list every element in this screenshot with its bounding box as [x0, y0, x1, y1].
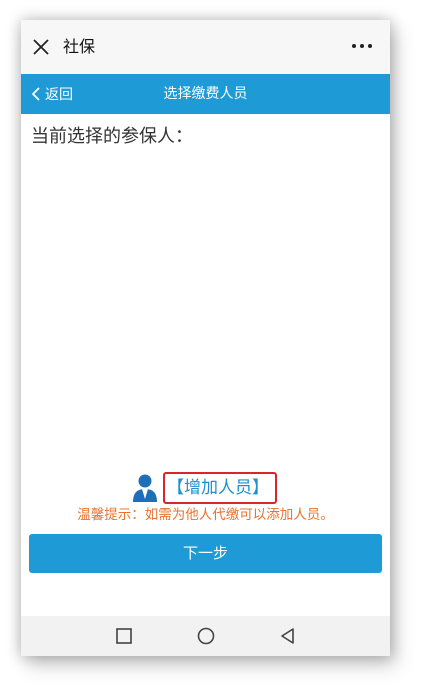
person-icon [133, 474, 157, 502]
phone-screen: 社保 返回 选择缴费人员 当前选择的参保人： 【增加人员】 温馨提示：如需为他人… [21, 20, 390, 656]
chevron-left-icon [31, 87, 40, 101]
add-person-row: 【增加人员】 [131, 472, 277, 504]
back-button[interactable]: 返回 [31, 74, 73, 114]
more-icon[interactable] [350, 36, 374, 56]
hint-text: 温馨提示：如需为他人代缴可以添加人员。 [77, 507, 334, 523]
selected-insured-label: 当前选择的参保人： [31, 126, 193, 147]
circle-icon[interactable] [196, 626, 216, 646]
navigation-bar: 返回 选择缴费人员 [21, 74, 390, 114]
square-icon[interactable] [114, 626, 134, 646]
back-button-label: 返回 [45, 87, 73, 103]
close-icon[interactable] [31, 37, 51, 57]
next-step-button[interactable]: 下一步 [29, 534, 382, 573]
add-person-button[interactable]: 【增加人员】 [163, 472, 277, 504]
triangle-back-icon[interactable] [278, 626, 298, 646]
page-title: 社保 [63, 37, 96, 56]
screenshot-stage: 社保 返回 选择缴费人员 当前选择的参保人： 【增加人员】 温馨提示：如需为他人… [0, 0, 432, 697]
system-navigation-bar [21, 616, 390, 656]
wechat-top-bar: 社保 [21, 20, 390, 74]
nav-title: 选择缴费人员 [163, 86, 248, 102]
